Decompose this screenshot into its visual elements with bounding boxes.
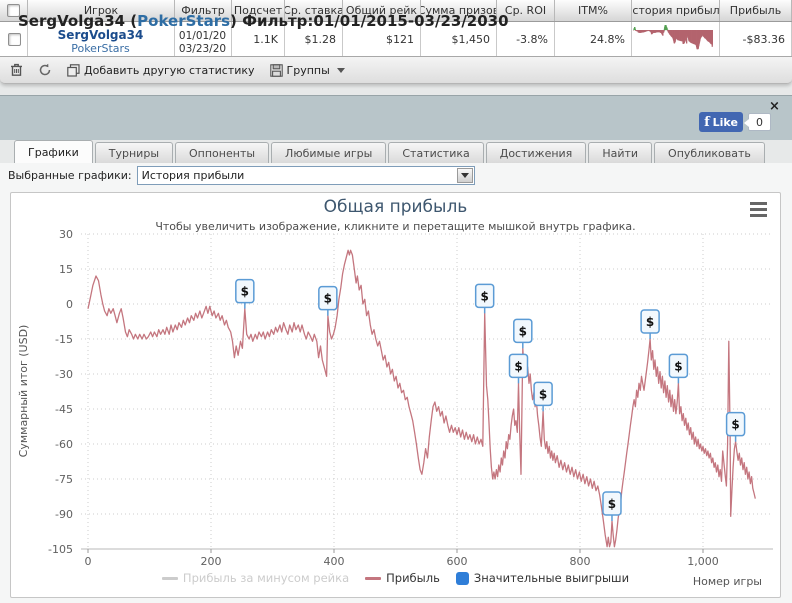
- svg-text:$: $: [608, 497, 616, 511]
- svg-text:$: $: [514, 359, 522, 373]
- legend-label: Прибыль: [386, 571, 440, 585]
- profit-cell: -$83.36: [720, 22, 792, 56]
- tab-Турниры[interactable]: Турниры: [94, 142, 174, 163]
- legend-swatch: [161, 576, 178, 580]
- groups-caret-icon: [336, 67, 345, 73]
- svg-text:$: $: [324, 292, 332, 306]
- svg-text:-30: -30: [55, 368, 73, 381]
- svg-text:15: 15: [59, 263, 73, 276]
- tab-Найти[interactable]: Найти: [588, 142, 653, 163]
- profile-title-site[interactable]: PokerStars: [137, 12, 230, 30]
- svg-text:$: $: [241, 285, 249, 299]
- groups-disk-icon: [269, 63, 283, 77]
- svg-text:-105: -105: [48, 543, 73, 556]
- itm-cell: 24.8%: [555, 22, 632, 56]
- facebook-like-button[interactable]: f Like: [699, 112, 743, 132]
- graph-select-value: История прибыли: [141, 169, 245, 182]
- column-header[interactable]: ITM%: [555, 0, 632, 21]
- svg-text:0: 0: [66, 298, 73, 311]
- svg-text:Суммарный итог (USD): Суммарный итог (USD): [17, 325, 30, 458]
- facebook-f-icon: f: [704, 114, 710, 130]
- filter-date-from: 01/01/20: [178, 30, 227, 42]
- chart-legend: Прибыль за минусом рейка Прибыль Значитель…: [11, 571, 780, 585]
- svg-text:30: 30: [59, 228, 73, 241]
- add-window-icon: [67, 63, 80, 77]
- stats-toolbar: Добавить другую статистику Группы: [0, 57, 792, 84]
- tab-Достижения[interactable]: Достижения: [485, 142, 587, 163]
- legend-item[interactable]: Значительные выигрыши: [455, 571, 630, 585]
- profile-header: [0, 95, 792, 140]
- column-header[interactable]: История прибыли: [632, 0, 720, 21]
- dropdown-arrow-icon[interactable]: [456, 168, 473, 183]
- tab-Оппоненты[interactable]: Оппоненты: [175, 142, 270, 163]
- svg-text:400: 400: [324, 555, 345, 568]
- svg-text:$: $: [519, 324, 527, 338]
- add-statistic-button[interactable]: Добавить другую статистику: [67, 64, 255, 77]
- refresh-button[interactable]: [38, 63, 52, 77]
- delete-button[interactable]: [10, 63, 23, 77]
- svg-text:1,000: 1,000: [687, 555, 719, 568]
- trash-icon: [11, 63, 22, 76]
- profit-history-cell: [632, 22, 720, 56]
- player-name-link[interactable]: SergVolga34: [58, 28, 144, 42]
- svg-text:-45: -45: [55, 403, 73, 416]
- profile-title: SergVolga34 (PokerStars) Фильтр:01/01/20…: [18, 12, 509, 30]
- facebook-like-label: Like: [712, 115, 738, 129]
- legend-swatch: [455, 571, 469, 585]
- svg-text:200: 200: [201, 555, 222, 568]
- add-statistic-label: Добавить другую статистику: [84, 63, 255, 77]
- tab-Опубликовать[interactable]: Опубликовать: [654, 142, 765, 163]
- legend-label: Значительные выигрыши: [473, 571, 630, 585]
- graph-select-dropdown[interactable]: История прибыли: [136, 166, 475, 185]
- graph-select-row: Выбранные графики: История прибыли: [8, 166, 475, 185]
- column-header[interactable]: Прибыль: [720, 0, 792, 21]
- legend-label: Прибыль за минусом рейка: [182, 571, 350, 585]
- profile-tabs: Графики Турниры Оппоненты Любимые игры Стати…: [14, 140, 765, 163]
- facebook-like-count: 0: [744, 113, 771, 131]
- svg-text:800: 800: [570, 555, 591, 568]
- svg-text:$: $: [646, 315, 654, 329]
- player-site-link[interactable]: PokerStars: [71, 42, 130, 56]
- groups-button[interactable]: Группы: [269, 63, 345, 77]
- svg-text:$: $: [480, 289, 488, 303]
- svg-text:-90: -90: [55, 508, 73, 521]
- filter-date-to: 03/23/20: [178, 43, 227, 55]
- close-icon[interactable]: ×: [769, 99, 780, 114]
- svg-text:600: 600: [447, 555, 468, 568]
- svg-text:0: 0: [85, 555, 92, 568]
- tab-Любимые игры[interactable]: Любимые игры: [271, 142, 387, 163]
- groups-label: Группы: [286, 63, 330, 77]
- svg-text:$: $: [674, 359, 682, 373]
- xaxis-title: Номер игры: [692, 575, 762, 588]
- svg-text:-60: -60: [55, 438, 73, 451]
- profile-title-player: SergVolga34 (: [18, 12, 138, 30]
- profit-sparkline: [633, 25, 713, 50]
- refresh-icon: [39, 63, 51, 76]
- tab-Графики[interactable]: Графики: [14, 140, 93, 163]
- row-checkbox[interactable]: [8, 32, 21, 46]
- profit-line-chart[interactable]: 30 15 0 -15 -30 -45 -60 -75 -90 -105 0 200 400 600 800…: [11, 193, 782, 569]
- tab-Статистика[interactable]: Статистика: [388, 142, 484, 163]
- legend-swatch: [365, 576, 382, 580]
- profit-chart-panel[interactable]: Общая прибыль Чтобы увеличить изображени…: [10, 192, 781, 598]
- svg-text:$: $: [539, 387, 547, 401]
- svg-text:$: $: [731, 418, 739, 432]
- svg-text:-15: -15: [55, 333, 73, 346]
- legend-item[interactable]: Прибыль: [365, 571, 440, 585]
- profile-title-filter: ) Фильтр:01/01/2015-03/23/2030: [230, 12, 509, 30]
- svg-text:-75: -75: [55, 473, 73, 486]
- legend-item[interactable]: Прибыль за минусом рейка: [161, 571, 350, 585]
- graph-select-label: Выбранные графики:: [8, 169, 132, 182]
